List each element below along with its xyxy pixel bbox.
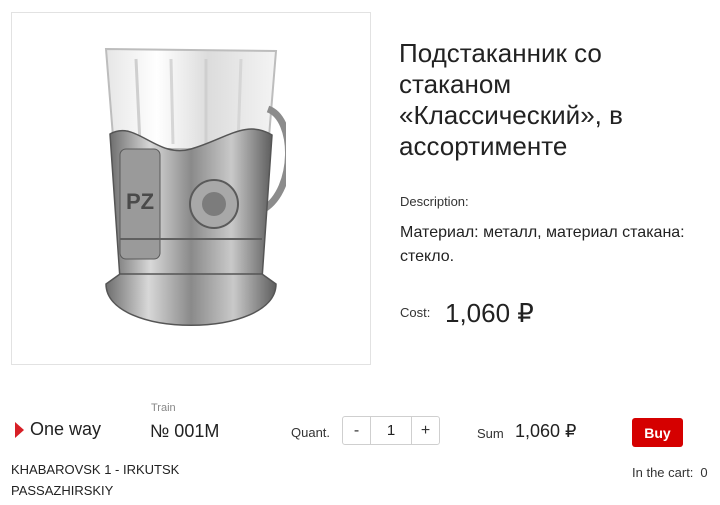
cart-status: In the cart: 0 xyxy=(632,465,708,480)
product-title: Подстаканник со стаканом «Классический»,… xyxy=(399,38,623,161)
buy-button[interactable]: Buy xyxy=(632,418,683,447)
train-label: Train xyxy=(151,402,176,414)
cart-count: 0 xyxy=(700,465,708,480)
quantity-stepper[interactable]: - 1 + xyxy=(342,416,440,445)
decrement-button[interactable]: - xyxy=(343,417,371,444)
cost-label: Cost: xyxy=(400,305,431,320)
cost-value: 1,060 ₽ xyxy=(445,298,534,328)
triangle-right-icon xyxy=(15,421,24,438)
train-number: № 001M xyxy=(150,421,220,441)
direction-selector[interactable]: One way xyxy=(15,419,101,440)
cart-label: In the cart: xyxy=(632,465,694,480)
product-image: ΡΖ xyxy=(11,12,371,365)
description-label: Description: xyxy=(400,194,469,209)
description-text: Материал: металл, материал стакана: стек… xyxy=(400,224,685,265)
svg-text:ΡΖ: ΡΖ xyxy=(126,189,154,214)
route-text: KHABAROVSK 1 - IRKUTSK PASSAZHIRSKIY xyxy=(11,462,180,498)
sum-value: 1,060 ₽ xyxy=(515,421,577,441)
quantity-label: Quant. xyxy=(291,425,331,440)
sum-label: Sum xyxy=(477,426,504,441)
direction-label: One way xyxy=(30,419,102,439)
increment-button[interactable]: + xyxy=(411,417,439,444)
quantity-value[interactable]: 1 xyxy=(371,417,411,444)
glass-holder-illustration: ΡΖ xyxy=(104,47,286,326)
